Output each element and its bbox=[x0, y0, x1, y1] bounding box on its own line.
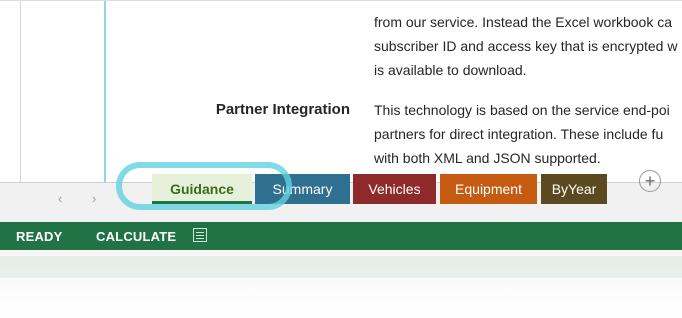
cell-text-line[interactable]: is available to download. bbox=[374, 59, 527, 81]
tab-equipment[interactable]: Equipment bbox=[440, 174, 537, 204]
highlight-ring bbox=[116, 162, 292, 210]
status-ready: READY bbox=[16, 229, 63, 244]
row-label-partner-integration[interactable]: Partner Integration bbox=[216, 99, 350, 121]
cell-text-line[interactable]: partners for direct integration. These i… bbox=[374, 123, 663, 145]
worksheet-area[interactable]: from our service. Instead the Excel work… bbox=[0, 0, 682, 183]
cell-text-line[interactable]: from our service. Instead the Excel work… bbox=[374, 11, 672, 33]
status-calculate[interactable]: CALCULATE bbox=[96, 229, 176, 244]
column-divider bbox=[104, 1, 106, 183]
chevron-left-icon[interactable]: ‹ bbox=[58, 191, 62, 206]
reflection bbox=[0, 250, 682, 318]
chevron-right-icon[interactable]: › bbox=[92, 191, 96, 206]
cell-text-line[interactable]: subscriber ID and access key that is enc… bbox=[374, 35, 677, 57]
status-bar: READY CALCULATE bbox=[0, 222, 682, 250]
row-header-divider bbox=[20, 1, 21, 183]
macro-recording-icon[interactable] bbox=[193, 228, 207, 242]
cell-text-line[interactable]: This technology is based on the service … bbox=[374, 99, 670, 121]
reflection-bar bbox=[0, 256, 682, 278]
tab-byyear[interactable]: ByYear bbox=[541, 174, 607, 204]
cell-text-line[interactable]: with both XML and JSON supported. bbox=[374, 147, 601, 169]
tab-vehicles[interactable]: Vehicles bbox=[353, 174, 436, 204]
add-sheet-icon[interactable]: + bbox=[639, 170, 661, 192]
